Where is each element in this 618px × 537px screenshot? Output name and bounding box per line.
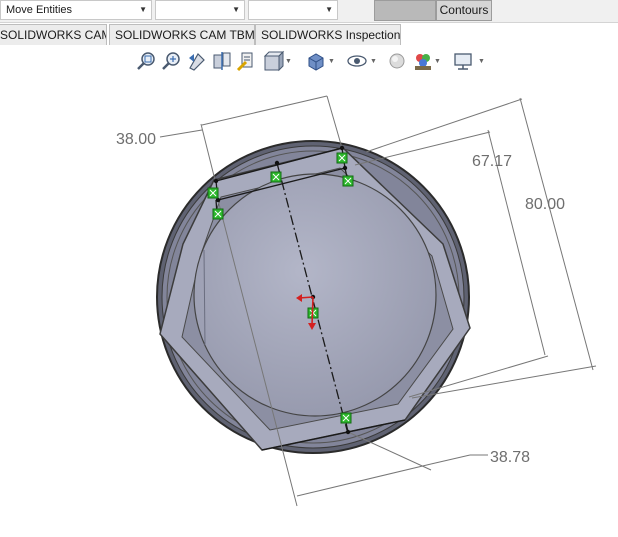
coincident-relation-icon[interactable] [212, 208, 224, 220]
coincident-relation-icon[interactable] [270, 171, 282, 183]
coincident-relation-icon[interactable] [336, 152, 348, 164]
coincident-relation-icon[interactable] [342, 175, 354, 187]
dimension-38-00[interactable]: 38.00 [116, 131, 156, 148]
dimension-38-78[interactable]: 38.78 [490, 449, 530, 466]
coincident-relation-icon[interactable] [207, 187, 219, 199]
dimension-80-00[interactable]: 80.00 [525, 196, 565, 213]
graphics-area[interactable]: 38.00 67.17 80.00 38.78 [0, 0, 618, 537]
dimension-67-17[interactable]: 67.17 [472, 153, 512, 170]
coincident-relation-icon[interactable] [340, 412, 352, 424]
inner-circular-face[interactable] [193, 173, 437, 417]
